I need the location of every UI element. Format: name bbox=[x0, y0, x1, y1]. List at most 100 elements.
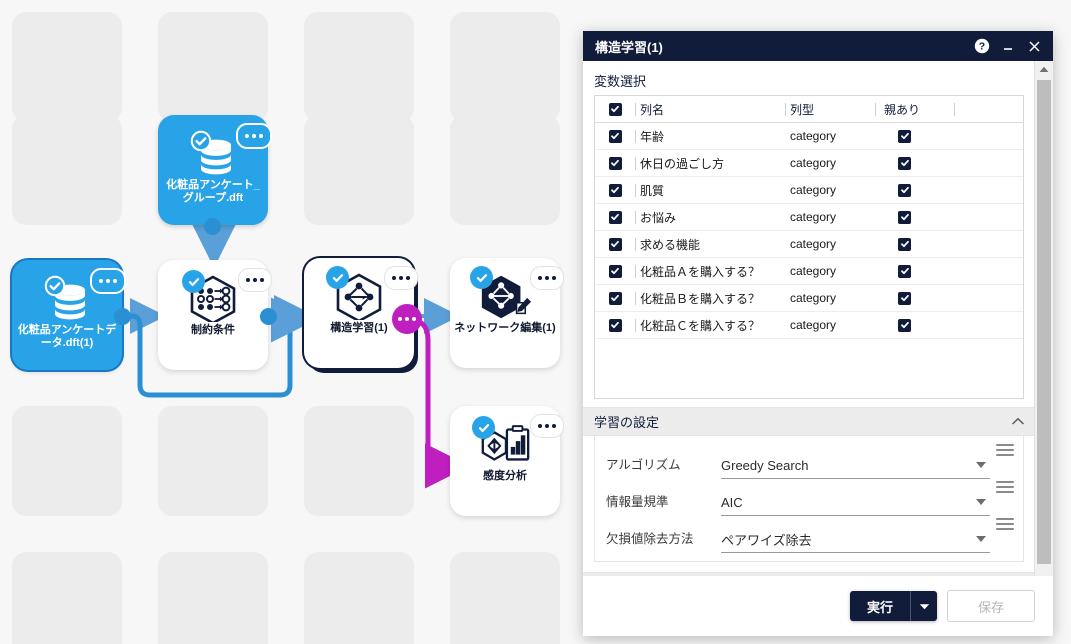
row-column-name: 化粧品Ｂを購入する？ bbox=[640, 291, 761, 306]
canvas-grid-cell bbox=[450, 552, 560, 644]
run-button-label: 実行 bbox=[866, 599, 893, 615]
row-column-name: 化粧品Ｃを購入する？ bbox=[640, 318, 761, 333]
setting-dropdown[interactable]: AIC bbox=[721, 489, 990, 516]
learning-settings-accordion[interactable]: 学習の設定 アルゴリズム Greedy Search 情報量規準 AIC 欠損値除去方法… bbox=[583, 407, 1035, 562]
row-parent-checkbox[interactable] bbox=[876, 264, 968, 278]
node-output-port-active[interactable] bbox=[392, 304, 422, 334]
setting-row: アルゴリズム Greedy Search bbox=[595, 442, 1023, 479]
table-row[interactable]: 休日の過ごし方 category bbox=[595, 150, 1023, 177]
table-body: 年齢 category 休日の過ごし方 category 肌質 category お悩み ca… bbox=[595, 123, 1023, 339]
row-column-type: category bbox=[790, 183, 837, 197]
column-header-parent[interactable]: 親あり bbox=[876, 101, 954, 118]
row-parent-checkbox[interactable] bbox=[876, 318, 968, 332]
canvas-grid-cell bbox=[304, 406, 414, 516]
table-row[interactable]: 年齢 category bbox=[595, 123, 1023, 150]
table-row[interactable]: 求める機能 category bbox=[595, 231, 1023, 258]
node-menu-icon[interactable] bbox=[530, 414, 564, 438]
table-row[interactable]: 化粧品Ｃを購入する？ category bbox=[595, 312, 1023, 339]
dialog-scrollbar[interactable] bbox=[1034, 61, 1053, 606]
row-column-type: category bbox=[790, 291, 837, 305]
node-menu-icon[interactable] bbox=[530, 266, 564, 290]
canvas-node-structure-learning[interactable]: 構造学習(1) bbox=[304, 258, 422, 368]
row-parent-checkbox[interactable] bbox=[876, 156, 968, 170]
chevron-down-icon[interactable] bbox=[976, 499, 986, 505]
setting-dropdown[interactable]: Greedy Search bbox=[721, 452, 990, 479]
row-parent-checkbox[interactable] bbox=[876, 129, 968, 143]
canvas-grid-cell bbox=[450, 12, 560, 122]
setting-value: Greedy Search bbox=[721, 457, 809, 473]
structure-learning-dialog[interactable]: 構造学習(1) ? 変数選択 列名 列型 親あり 年齢 category 休日の… bbox=[583, 31, 1053, 636]
row-parent-checkbox[interactable] bbox=[876, 210, 968, 224]
canvas-node-data[interactable]: 化粧品アンケートデータ.dft(1) bbox=[12, 260, 131, 370]
column-divider bbox=[954, 102, 955, 116]
setting-label: 情報量規準 bbox=[606, 495, 669, 509]
table-row[interactable]: 化粧品Ａを購入する？ category bbox=[595, 258, 1023, 285]
canvas-node-group[interactable]: 化粧品アンケート_グループ.dft bbox=[158, 115, 272, 235]
save-button[interactable]: 保存 bbox=[947, 590, 1035, 622]
run-options-caret-icon[interactable] bbox=[911, 591, 937, 621]
minimize-icon[interactable] bbox=[995, 33, 1021, 59]
learning-settings-title: 学習の設定 bbox=[594, 415, 660, 430]
row-select-checkbox[interactable] bbox=[595, 183, 635, 197]
node-output-port[interactable] bbox=[204, 218, 221, 235]
close-icon[interactable] bbox=[1021, 33, 1047, 59]
node-output-port[interactable] bbox=[260, 308, 277, 325]
dialog-titlebar[interactable]: 構造学習(1) ? bbox=[583, 31, 1053, 61]
dialog-footer: 実行 保存 bbox=[583, 576, 1053, 636]
row-select-checkbox[interactable] bbox=[595, 129, 635, 143]
row-parent-checkbox[interactable] bbox=[876, 291, 968, 305]
run-button[interactable]: 実行 bbox=[849, 591, 937, 621]
row-select-checkbox[interactable] bbox=[595, 156, 635, 170]
dialog-title: 構造学習(1) bbox=[595, 39, 663, 55]
row-select-checkbox[interactable] bbox=[595, 318, 635, 332]
setting-row: 情報量規準 AIC bbox=[595, 479, 1023, 516]
node-menu-icon[interactable] bbox=[90, 268, 126, 294]
table-row[interactable]: 肌質 category bbox=[595, 177, 1023, 204]
scroll-up-button[interactable] bbox=[1035, 61, 1053, 78]
setting-dropdown[interactable]: ペアワイズ除去 bbox=[721, 526, 990, 553]
canvas-grid-cell bbox=[304, 12, 414, 122]
column-header-name[interactable]: 列名 bbox=[636, 101, 785, 118]
row-select-checkbox[interactable] bbox=[595, 264, 635, 278]
row-select-checkbox[interactable] bbox=[595, 291, 635, 305]
variable-table[interactable]: 列名 列型 親あり 年齢 category 休日の過ごし方 category 肌質 cat… bbox=[594, 95, 1024, 399]
canvas-grid-cell bbox=[158, 12, 268, 122]
svg-text:?: ? bbox=[979, 41, 985, 53]
row-column-name: お悩み bbox=[640, 210, 677, 225]
node-menu-icon[interactable] bbox=[238, 268, 272, 292]
select-all-checkbox[interactable] bbox=[595, 102, 635, 116]
canvas-node-label: ネットワーク編集(1) bbox=[454, 322, 556, 334]
row-select-checkbox[interactable] bbox=[595, 237, 635, 251]
canvas-node-label: 感度分析 bbox=[483, 470, 527, 482]
setting-label: アルゴリズム bbox=[606, 458, 681, 472]
chevron-down-icon[interactable] bbox=[976, 536, 986, 542]
column-header-type[interactable]: 列型 bbox=[786, 101, 875, 118]
node-status-check-icon bbox=[472, 416, 495, 439]
canvas-grid-cell bbox=[450, 115, 560, 225]
node-status-check-icon bbox=[182, 270, 205, 293]
setting-row: 欠損値除去方法 ペアワイズ除去 bbox=[595, 516, 1023, 553]
table-row[interactable]: お悩み category bbox=[595, 204, 1023, 231]
row-parent-checkbox[interactable] bbox=[876, 237, 968, 251]
row-parent-checkbox[interactable] bbox=[876, 183, 968, 197]
canvas-node-sensitivity[interactable]: 感度分析 bbox=[450, 406, 564, 516]
canvas-node-constraint[interactable]: 制約条件 bbox=[158, 260, 277, 370]
scrollbar-thumb[interactable] bbox=[1037, 80, 1051, 564]
canvas-grid-cell bbox=[12, 12, 122, 122]
setting-options-icon[interactable] bbox=[996, 442, 1014, 459]
setting-options-icon[interactable] bbox=[996, 479, 1014, 496]
table-row[interactable]: 化粧品Ｂを購入する？ category bbox=[595, 285, 1023, 312]
canvas-node-network-edit[interactable]: ネットワーク編集(1) bbox=[450, 258, 564, 368]
setting-options-icon[interactable] bbox=[996, 516, 1014, 533]
chevron-up-icon[interactable] bbox=[1011, 414, 1025, 429]
row-column-type: category bbox=[790, 264, 837, 278]
row-select-checkbox[interactable] bbox=[595, 210, 635, 224]
chevron-down-icon[interactable] bbox=[976, 462, 986, 468]
help-icon[interactable]: ? bbox=[969, 33, 995, 59]
node-menu-icon[interactable] bbox=[384, 266, 418, 290]
node-menu-icon[interactable] bbox=[236, 123, 272, 149]
learning-settings-header[interactable]: 学習の設定 bbox=[583, 408, 1035, 436]
dialog-scroll-area: 変数選択 列名 列型 親あり 年齢 category 休日の過ごし方 categ… bbox=[583, 61, 1035, 606]
table-header-row: 列名 列型 親あり bbox=[595, 96, 1023, 123]
node-output-port[interactable] bbox=[114, 308, 131, 325]
